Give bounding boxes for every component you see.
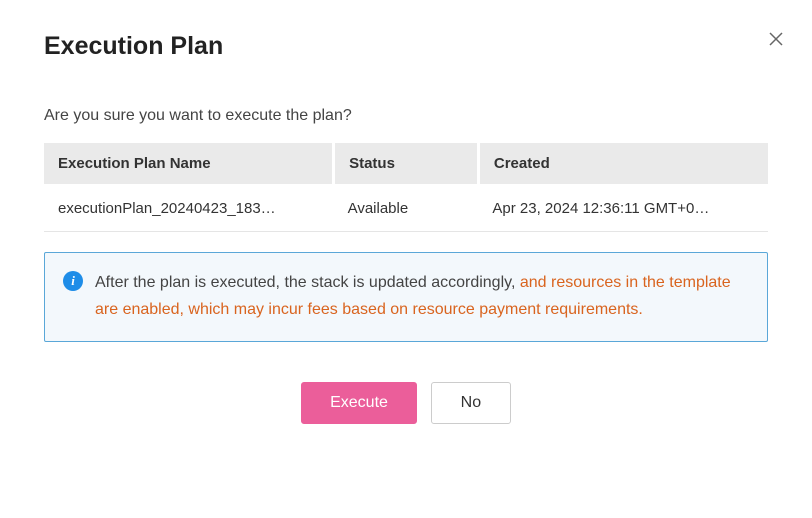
info-icon: i (63, 271, 83, 291)
info-text-normal: After the plan is executed, the stack is… (95, 274, 520, 291)
cell-plan-name: executionPlan_20240423_183… (44, 184, 334, 232)
header-status: Status (334, 143, 479, 184)
cell-status: Available (334, 184, 479, 232)
dialog-title: Execution Plan (44, 32, 768, 61)
close-button[interactable] (764, 28, 788, 52)
header-created: Created (478, 143, 768, 184)
dialog-buttons: Execute No (44, 382, 768, 423)
execution-plan-table: Execution Plan Name Status Created execu… (44, 143, 768, 232)
info-text: After the plan is executed, the stack is… (95, 269, 749, 323)
no-button[interactable]: No (431, 382, 511, 423)
confirm-prompt: Are you sure you want to execute the pla… (44, 107, 768, 125)
table-row: executionPlan_20240423_183… Available Ap… (44, 184, 768, 232)
cell-created: Apr 23, 2024 12:36:11 GMT+0… (478, 184, 768, 232)
execute-button[interactable]: Execute (301, 382, 417, 423)
close-icon (767, 30, 785, 48)
info-notice: i After the plan is executed, the stack … (44, 252, 768, 342)
header-plan-name: Execution Plan Name (44, 143, 334, 184)
execution-plan-dialog: Execution Plan Are you sure you want to … (0, 0, 812, 452)
